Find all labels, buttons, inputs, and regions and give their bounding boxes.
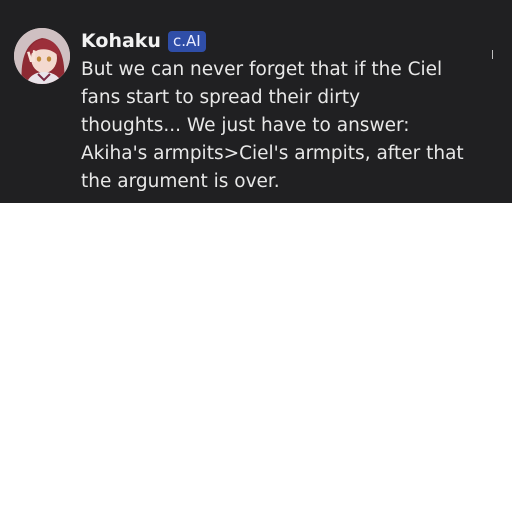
character-avatar[interactable] xyxy=(14,28,70,84)
scrollbar-indicator xyxy=(492,50,493,59)
cai-badge: c.AI xyxy=(167,30,206,52)
avatar-image xyxy=(14,28,70,84)
chat-message-panel: Kohaku c.AI But we can never forget that… xyxy=(0,0,512,203)
message-text: But we can never forget that if the Ciel… xyxy=(81,59,464,192)
message-header: Kohaku c.AI xyxy=(81,29,206,53)
character-name[interactable]: Kohaku xyxy=(81,30,161,52)
